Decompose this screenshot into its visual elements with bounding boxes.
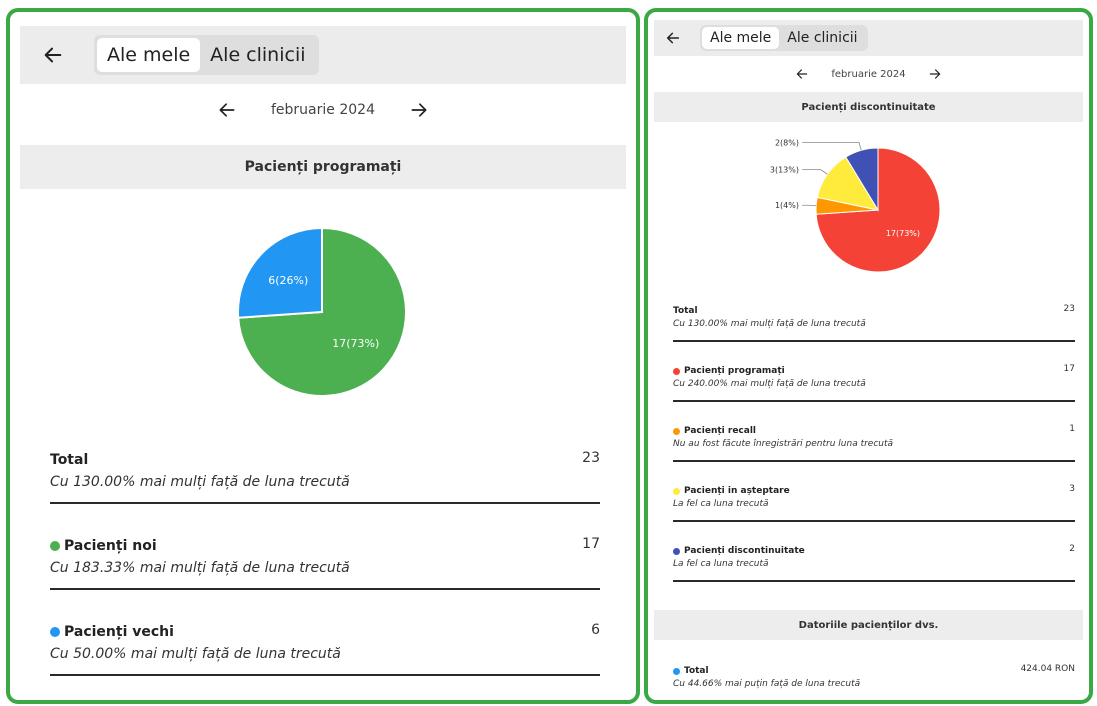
row-value: 424.04 RON	[1020, 664, 1075, 674]
legend-dot	[673, 667, 680, 675]
tab-ale-clinicii[interactable]: Ale clinicii	[200, 38, 315, 72]
pie-slice-label: 2(8%)	[775, 138, 799, 147]
row-label: Pacienți vechi	[64, 624, 174, 640]
pie-leader-line	[802, 204, 817, 207]
left-screen: Ale mele Ale clinicii februarie 2024 Pac…	[6, 8, 640, 704]
stat-row[interactable]: Pacienți noi 17 Cu 183.33% mai mulți față …	[50, 536, 600, 590]
row-label: Pacienți discontinuitate	[684, 546, 805, 556]
arrow-right-icon	[929, 69, 940, 79]
row-value: 3	[1069, 484, 1075, 494]
row-divider	[50, 588, 600, 590]
next-month-button[interactable]	[928, 67, 942, 81]
pie-slice-label: 6(26%)	[268, 274, 308, 287]
stat-row[interactable]: Total 23 Cu 130.00% mai mulți față de luna…	[673, 304, 1075, 342]
pie-chart: 17(73%) 1(4%) 3(13%) 2(8%)	[770, 138, 941, 273]
next-month-button[interactable]	[409, 100, 429, 120]
row-label: Pacienți programați	[684, 366, 785, 376]
pie-leader-line	[802, 142, 862, 151]
month-navigator: februarie 2024	[654, 62, 1083, 86]
legend-dot	[50, 541, 60, 551]
row-divider	[50, 502, 600, 504]
scope-toggle: Ale mele Ale clinicii	[94, 35, 319, 75]
arrow-left-icon	[797, 69, 808, 79]
pie-slice-label: 17(73%)	[886, 229, 920, 238]
legend-dot	[50, 627, 60, 637]
row-value: 17	[582, 536, 600, 552]
debt-total-row[interactable]: Total 424.04 RON Cu 44.66% mai puțin faț…	[673, 664, 1075, 698]
scope-toggle: Ale mele Ale clinicii	[700, 25, 868, 51]
row-comparison: Cu 50.00% mai mulți față de luna trecută	[50, 646, 341, 662]
row-comparison: La fel ca luna trecută	[673, 559, 769, 569]
stat-row[interactable]: Pacienți programați 17 Cu 240.00% mai mulț…	[673, 364, 1075, 402]
stat-row[interactable]: Pacienți recall 1 Nu au fost făcute înregi…	[673, 424, 1075, 462]
top-bar: Ale mele Ale clinicii	[654, 20, 1083, 56]
row-comparison: La fel ca luna trecută	[673, 499, 769, 509]
row-comparison: Cu 130.00% mai mulți față de luna trecut…	[673, 319, 866, 329]
row-label: Pacienți noi	[64, 538, 157, 554]
arrow-right-icon	[411, 103, 427, 117]
month-label: februarie 2024	[271, 102, 375, 118]
arrow-left-icon	[219, 103, 235, 117]
debts-section-title: Datoriile pacienților dvs.	[654, 610, 1083, 640]
arrow-left-icon	[666, 32, 680, 44]
stat-row[interactable]: Pacienți in așteptare 3 La fel ca luna tre…	[673, 484, 1075, 522]
row-value: 23	[582, 450, 600, 466]
right-screen: Ale mele Ale clinicii februarie 2024 Pac…	[644, 8, 1093, 704]
pie-slice-label: 1(4%)	[775, 201, 799, 210]
row-divider	[673, 580, 1075, 582]
pie-leader-line	[802, 169, 828, 175]
row-divider	[673, 520, 1075, 522]
tab-ale-clinicii[interactable]: Ale clinicii	[779, 27, 865, 49]
legend-dot	[673, 367, 680, 375]
row-label: Total	[673, 306, 698, 316]
row-value: 2	[1069, 544, 1075, 554]
row-divider	[50, 674, 600, 676]
legend-dot	[673, 547, 680, 555]
row-divider	[673, 340, 1075, 342]
row-divider	[673, 700, 1075, 702]
prev-month-button[interactable]	[217, 100, 237, 120]
row-divider	[673, 400, 1075, 402]
month-navigator: februarie 2024	[20, 92, 626, 128]
row-value: 6	[591, 622, 600, 638]
back-button[interactable]	[30, 32, 76, 78]
month-label: februarie 2024	[831, 68, 906, 80]
row-label: Total	[684, 666, 709, 676]
row-value: 23	[1063, 304, 1075, 314]
row-comparison: Cu 130.00% mai mulți față de luna trecut…	[50, 474, 350, 490]
row-comparison: Cu 183.33% mai mulți față de luna trecut…	[50, 560, 350, 576]
pie-slice-label: 3(13%)	[770, 165, 799, 174]
row-label: Pacienți in așteptare	[684, 486, 790, 496]
row-value: 1	[1069, 424, 1075, 434]
stat-row[interactable]: Pacienți discontinuitate 2 La fel ca luna …	[673, 544, 1075, 582]
legend-dot	[673, 427, 680, 435]
row-comparison: Nu au fost făcute înregistrări pentru lu…	[673, 439, 894, 449]
pie-chart: 17(73%) 6(26%)	[237, 226, 407, 397]
back-button[interactable]	[658, 23, 688, 53]
prev-month-button[interactable]	[795, 67, 809, 81]
arrow-left-icon	[44, 47, 62, 63]
row-comparison: Cu 240.00% mai mulți față de luna trecut…	[673, 379, 866, 389]
row-comparison: Cu 44.66% mai puțin față de luna trecută	[673, 679, 861, 689]
legend-dot	[673, 487, 680, 495]
pie-slice-label: 17(73%)	[332, 337, 379, 350]
stat-row[interactable]: Pacienți vechi 6 Cu 50.00% mai mulți față …	[50, 622, 600, 676]
tab-ale-mele[interactable]: Ale mele	[97, 38, 201, 72]
row-label: Total	[50, 452, 89, 468]
pie-slice[interactable]	[237, 226, 323, 319]
stat-row[interactable]: Total 23 Cu 130.00% mai mulți față de luna…	[50, 450, 600, 504]
row-label: Pacienți recall	[684, 426, 756, 436]
section-title: Pacienți discontinuitate	[654, 92, 1083, 122]
row-divider	[673, 460, 1075, 462]
section-title: Pacienți programați	[20, 145, 626, 189]
top-bar: Ale mele Ale clinicii	[20, 26, 626, 84]
row-value: 17	[1063, 364, 1075, 374]
tab-ale-mele[interactable]: Ale mele	[702, 27, 780, 49]
